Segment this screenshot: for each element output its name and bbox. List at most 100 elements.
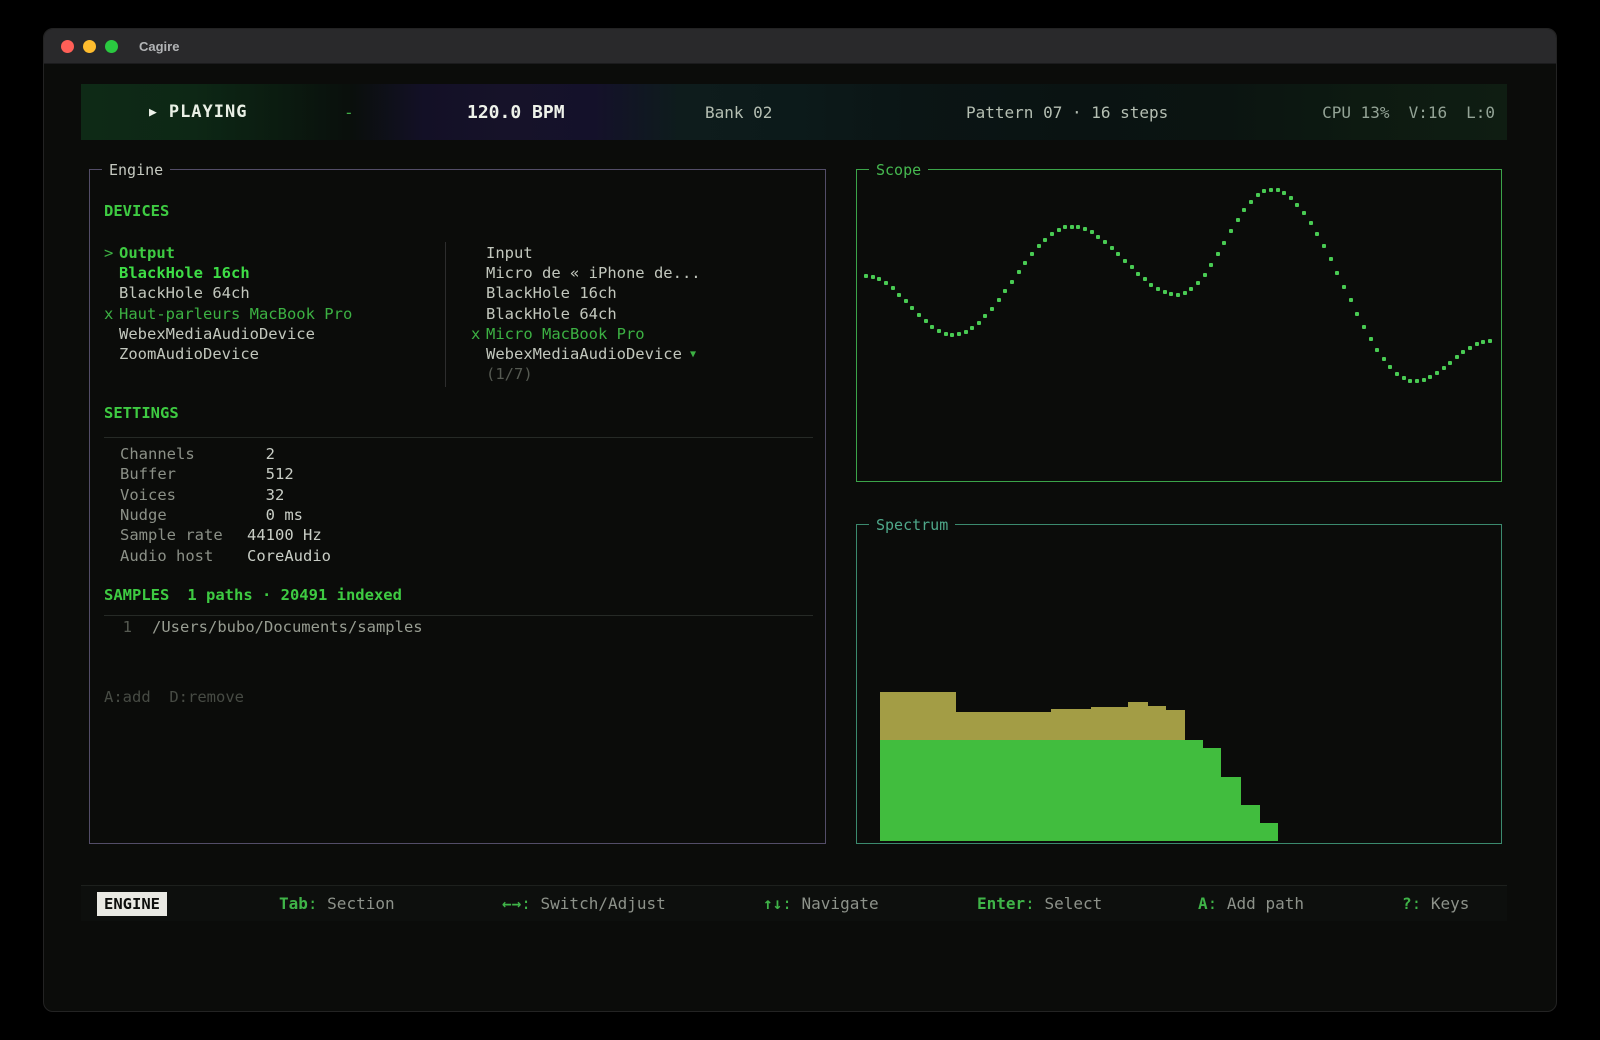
samples-divider (104, 615, 813, 616)
device-name: WebexMediaAudioDevice (119, 325, 315, 343)
spectrum-level-bar (1241, 805, 1260, 841)
hint-colon: : (782, 894, 801, 913)
waveform-dot (1003, 289, 1007, 293)
bank-display[interactable]: Bank 02 (705, 84, 772, 140)
device-list-item[interactable]: WebexMediaAudioDevice▼ (471, 344, 701, 364)
setting-label: Nudge (120, 506, 247, 524)
device-name: Micro MacBook Pro (486, 325, 645, 343)
key-hint: ↑↓: Navigate (763, 886, 879, 922)
waveform-dot (964, 330, 968, 334)
desktop: Cagire ▶ PLAYING - 120.0 BPM Bank 02 Pat… (0, 0, 1600, 1040)
waveform-dot (1149, 283, 1153, 287)
mode-badge: ENGINE (97, 892, 167, 916)
sample-path-list: 1/Users/bubo/Documents/samples (104, 617, 423, 637)
window-titlebar[interactable]: Cagire (44, 29, 1556, 64)
spectrum-level-bar (1166, 740, 1185, 841)
active-device-marker: x (471, 325, 486, 343)
device-column-header: >Output (104, 243, 352, 263)
settings-row[interactable]: Sample rate44100 Hz (120, 525, 331, 545)
input-device-list: InputMicro de « iPhone de...BlackHole 16… (471, 243, 701, 384)
device-list-item[interactable]: Micro de « iPhone de... (471, 263, 701, 283)
close-window-button[interactable] (61, 40, 74, 53)
waveform-dot (1468, 346, 1472, 350)
device-list-pagination: (1/7) (471, 364, 701, 384)
waveform-dot (977, 321, 981, 325)
device-list-item[interactable]: WebexMediaAudioDevice (104, 324, 352, 344)
active-device-marker: x (104, 305, 119, 323)
settings-row[interactable]: Voices 32 (120, 485, 331, 505)
setting-label: Voices (120, 486, 247, 504)
spectrum-peak-hold-bar (956, 712, 1051, 740)
settings-row[interactable]: Nudge 0 ms (120, 505, 331, 525)
settings-row[interactable]: Buffer 512 (120, 464, 331, 484)
bpm-display[interactable]: 120.0 BPM (467, 84, 565, 140)
device-list-item[interactable]: BlackHole 16ch (471, 283, 701, 303)
device-list-item[interactable]: BlackHole 64ch (104, 283, 352, 303)
waveform-dot (937, 329, 941, 333)
device-name: BlackHole 64ch (119, 284, 250, 302)
spectrum-peak-hold-bar (1051, 709, 1091, 740)
minimize-window-button[interactable] (83, 40, 96, 53)
waveform-dot (1169, 292, 1173, 296)
settings-row[interactable]: Channels 2 (120, 444, 331, 464)
waveform-dot (1309, 221, 1313, 225)
perf-stats: CPU 13% V:16 L:0 (1322, 84, 1495, 140)
pattern-display[interactable]: Pattern 07 · 16 steps (966, 84, 1168, 140)
waveform-dot (1369, 337, 1373, 341)
setting-label: Channels (120, 445, 247, 463)
settings-table: Channels 2Buffer 512Voices 32Nudge 0 msS… (120, 444, 331, 566)
device-list-item[interactable]: xMicro MacBook Pro (471, 324, 701, 344)
device-list-item[interactable]: BlackHole 16ch (104, 263, 352, 283)
sample-path-row[interactable]: 1/Users/bubo/Documents/samples (104, 617, 423, 637)
swing-indicator[interactable]: - (344, 84, 354, 140)
samples-index-summary: 1 paths · 20491 indexed (187, 586, 402, 604)
waveform-dot (1335, 271, 1339, 275)
waveform-dot (1455, 355, 1459, 359)
waveform-dot (950, 333, 954, 337)
setting-value: 0 ms (247, 506, 303, 524)
waveform-dot (1023, 261, 1027, 265)
hint-key: ←→ (502, 894, 521, 913)
waveform-dot (983, 314, 987, 318)
hint-label: Switch/Adjust (541, 894, 666, 913)
settings-row[interactable]: Audio hostCoreAudio (120, 545, 331, 565)
waveform-dot (1329, 257, 1333, 261)
waveform-dot (1382, 357, 1386, 361)
samples-keys-hint: A:add D:remove (104, 688, 244, 706)
hint-colon: : (1025, 894, 1044, 913)
waveform-dot (997, 298, 1001, 302)
hint-key: Tab (279, 894, 308, 913)
cpu-usage: CPU 13% (1322, 103, 1389, 122)
waveform-dot (884, 281, 888, 285)
waveform-dot (990, 307, 994, 311)
device-name: WebexMediaAudioDevice (486, 345, 682, 363)
hint-colon: : (1412, 894, 1431, 913)
waveform-dot (1295, 203, 1299, 207)
device-list-item[interactable]: ZoomAudioDevice (104, 344, 352, 364)
latency-indicator: L:0 (1466, 103, 1495, 122)
hint-label: Navigate (802, 894, 879, 913)
spectrum-level-bar (1203, 748, 1221, 841)
settings-divider (104, 437, 813, 438)
key-hint: Tab: Section (279, 886, 395, 922)
device-list-item[interactable]: BlackHole 64ch (471, 304, 701, 324)
waveform-dot (1395, 372, 1399, 376)
key-hint: Enter: Select (977, 886, 1102, 922)
device-name: Haut-parleurs MacBook Pro (119, 305, 352, 323)
device-column-title: Output (119, 244, 175, 262)
hint-label: Add path (1227, 894, 1304, 913)
waveform-dot (1342, 285, 1346, 289)
device-list-item[interactable]: xHaut-parleurs MacBook Pro (104, 304, 352, 324)
zoom-window-button[interactable] (105, 40, 118, 53)
waveform-dot (1037, 244, 1041, 248)
output-device-list: >OutputBlackHole 16chBlackHole 64chxHaut… (104, 243, 352, 364)
waveform-dot (871, 275, 875, 279)
waveform-dot (1057, 228, 1061, 232)
device-name: BlackHole 64ch (486, 305, 617, 323)
waveform-dot (877, 277, 881, 281)
waveform-dot (1183, 291, 1187, 295)
playback-status[interactable]: ▶ PLAYING (149, 84, 247, 140)
waveform-dot (1189, 287, 1193, 291)
samples-heading: SAMPLES 1 paths · 20491 indexed (104, 586, 402, 604)
waveform-dot (1222, 241, 1226, 245)
